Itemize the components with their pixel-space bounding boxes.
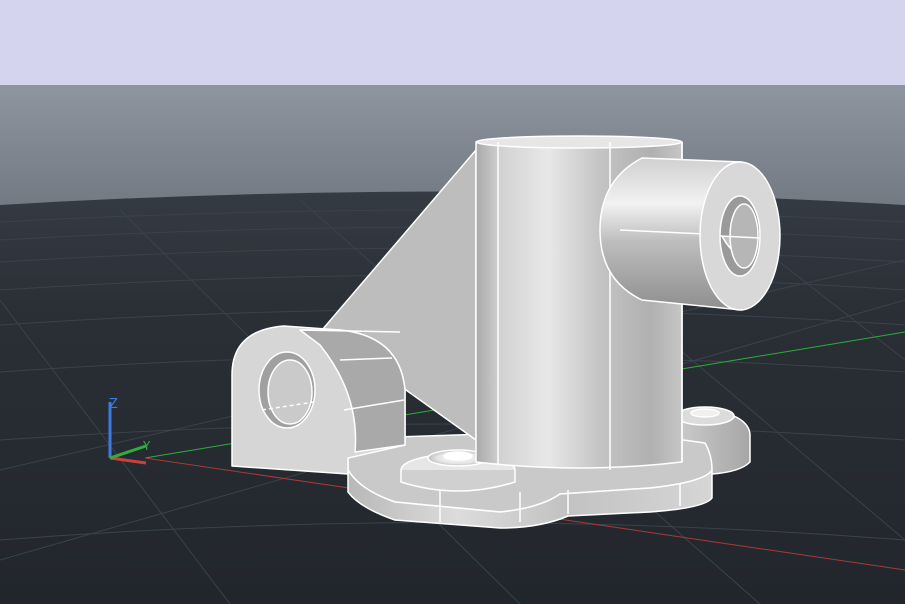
viewport-canvas[interactable]: Z Y (0, 85, 905, 604)
cad-application: Z Y (0, 0, 905, 604)
ucs-z-label: Z (109, 397, 118, 412)
top-gradient-band (0, 0, 905, 85)
side-boss (599, 157, 781, 311)
ucs-y-label: Y (142, 439, 151, 453)
3d-viewport[interactable]: Z Y (0, 85, 905, 604)
